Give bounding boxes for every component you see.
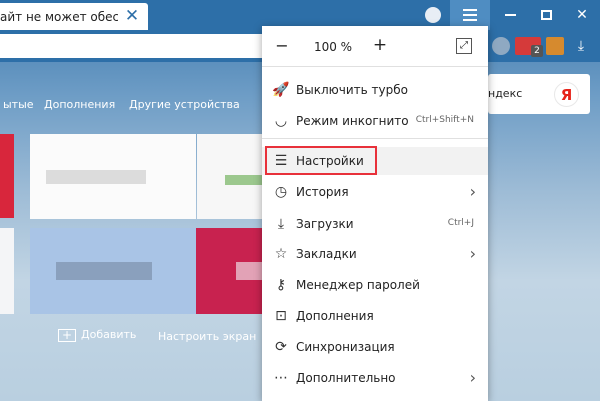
menu-item-history[interactable]: ◷ История › <box>262 178 488 206</box>
minimize-button[interactable] <box>492 0 528 30</box>
menu-item-extensions[interactable]: ⊡ Дополнения <box>262 302 488 330</box>
settings-highlight-frame <box>265 146 377 175</box>
menu-item-label: Дополнения <box>296 309 374 323</box>
menu-divider <box>262 66 488 67</box>
menu-item-label: Дополнительно <box>296 371 396 385</box>
menu-divider <box>262 138 488 139</box>
yandex-logo-icon[interactable]: Я <box>554 82 579 107</box>
more-icon: ⋯ <box>274 370 288 386</box>
zoom-in-button[interactable]: + <box>370 35 390 55</box>
browser-tab[interactable]: айт не может обеспе ✕ <box>0 3 148 30</box>
mail-badge: 2 <box>531 45 543 57</box>
image-extension-icon[interactable] <box>546 37 564 55</box>
nav-item-closed[interactable]: ытые <box>3 98 34 111</box>
mail-extension-icon[interactable]: 2 <box>515 37 543 57</box>
download-icon: ⤓ <box>277 216 285 232</box>
address-input[interactable] <box>0 34 268 58</box>
menu-item-downloads[interactable]: ⤓ Загрузки Ctrl+J <box>262 210 488 238</box>
chevron-right-icon: › <box>469 368 476 387</box>
main-menu-dropdown: − 100 % + ⤢ 🚀 Выключить турбо ◡ Режим ин… <box>262 26 488 401</box>
add-tile-label: Добавить <box>81 328 137 341</box>
zoom-out-button[interactable]: − <box>274 36 290 55</box>
menu-item-label: История <box>296 185 349 199</box>
chevron-right-icon: › <box>469 244 476 263</box>
menu-item-password-manager[interactable]: ⚷ Менеджер паролей <box>262 271 488 299</box>
nav-item-addons[interactable]: Дополнения <box>44 98 115 111</box>
tab-title: айт не может обеспе <box>0 10 118 24</box>
menu-item-label: Синхронизация <box>296 340 395 354</box>
menu-item-label: Загрузки <box>296 217 354 231</box>
maximize-icon <box>540 10 552 20</box>
tile-blurred-content <box>56 262 152 280</box>
tile-blurred-content <box>225 175 263 185</box>
add-tile-button[interactable]: + Добавить <box>58 328 136 342</box>
extensions-icon: ⊡ <box>275 308 287 324</box>
menu-item-turbo[interactable]: 🚀 Выключить турбо <box>262 76 488 104</box>
window-close-button[interactable]: ✕ <box>564 0 600 30</box>
minimize-icon <box>504 14 516 16</box>
menu-item-more[interactable]: ⋯ Дополнительно › <box>262 364 488 392</box>
menu-item-sync[interactable]: ⟳ Синхронизация <box>262 333 488 361</box>
shortcut-label: Ctrl+Shift+N <box>415 115 474 125</box>
sync-icon: ⟳ <box>275 339 287 355</box>
speed-dial-tile[interactable] <box>0 228 14 314</box>
chevron-right-icon: › <box>469 182 476 201</box>
menu-item-bookmarks[interactable]: ☆ Закладки › <box>262 240 488 268</box>
downloads-toolbar-icon[interactable]: ⤓ <box>572 37 590 55</box>
clock-icon: ◷ <box>274 184 288 200</box>
zoom-level: 100 % <box>313 40 353 54</box>
star-icon: ☆ <box>274 246 288 262</box>
globe-extension-icon[interactable] <box>492 37 510 55</box>
rocket-icon: 🚀 <box>272 82 290 98</box>
search-label: ндекс <box>488 87 523 100</box>
yandex-search-box[interactable]: ндекс Я <box>488 74 590 114</box>
profile-icon <box>425 7 441 23</box>
speed-dial-tile[interactable] <box>0 134 14 218</box>
nav-item-devices[interactable]: Другие устройства <box>129 98 240 111</box>
maximize-button[interactable] <box>528 0 564 30</box>
hamburger-icon <box>463 9 477 24</box>
mask-icon: ◡ <box>274 113 288 129</box>
menu-item-incognito[interactable]: ◡ Режим инкогнито Ctrl+Shift+N <box>262 107 488 135</box>
customize-screen-link[interactable]: Настроить экран <box>158 330 256 343</box>
menu-item-label: Выключить турбо <box>296 83 408 97</box>
close-icon: ✕ <box>576 7 588 23</box>
tile-blurred-content <box>46 170 146 184</box>
menu-item-label: Режим инкогнито <box>296 114 409 128</box>
tile-blurred-content <box>236 262 263 280</box>
menu-item-label: Закладки <box>296 247 357 261</box>
zoom-row: − 100 % + ⤢ <box>262 26 488 66</box>
menu-item-label: Менеджер паролей <box>296 278 420 292</box>
key-icon: ⚷ <box>275 277 287 293</box>
tab-close-icon[interactable]: ✕ <box>122 6 142 26</box>
fullscreen-icon[interactable]: ⤢ <box>456 38 472 54</box>
shortcut-label: Ctrl+J <box>447 218 474 228</box>
plus-icon: + <box>58 328 76 342</box>
